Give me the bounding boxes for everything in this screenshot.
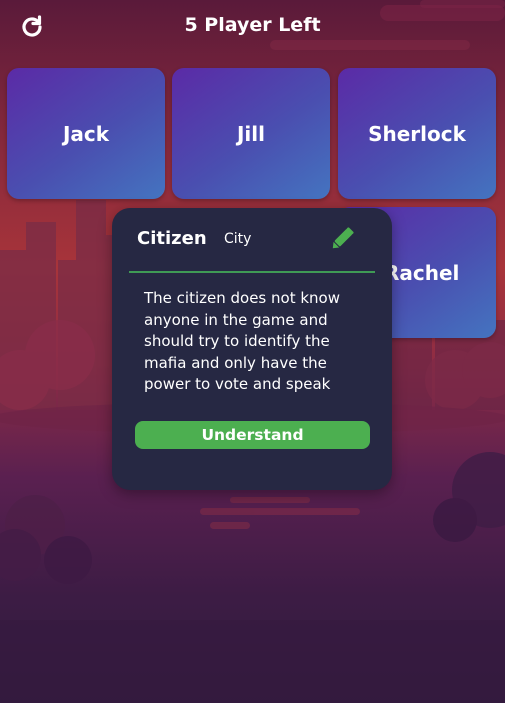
- role-team: City: [224, 231, 252, 247]
- top-bar: 5 Player Left: [0, 0, 505, 56]
- role-name: Citizen: [137, 228, 207, 249]
- edit-button[interactable]: [328, 225, 356, 253]
- player-card-jill[interactable]: Jill: [172, 68, 330, 199]
- player-name: Jack: [62, 121, 110, 146]
- divider: [129, 271, 375, 273]
- player-name: Rachel: [384, 260, 460, 285]
- role-description: The citizen does not know anyone in the …: [144, 289, 340, 393]
- player-name: Jill: [236, 121, 265, 146]
- pencil-icon: [332, 227, 354, 249]
- page-title: 5 Player Left: [184, 14, 321, 36]
- understand-button[interactable]: Understand: [135, 421, 370, 449]
- player-card-sherlock[interactable]: Sherlock: [338, 68, 496, 199]
- player-name: Sherlock: [368, 121, 466, 146]
- role-info-modal: Citizen City The citizen does not know a…: [112, 208, 392, 490]
- player-card-jack[interactable]: Jack: [7, 68, 165, 199]
